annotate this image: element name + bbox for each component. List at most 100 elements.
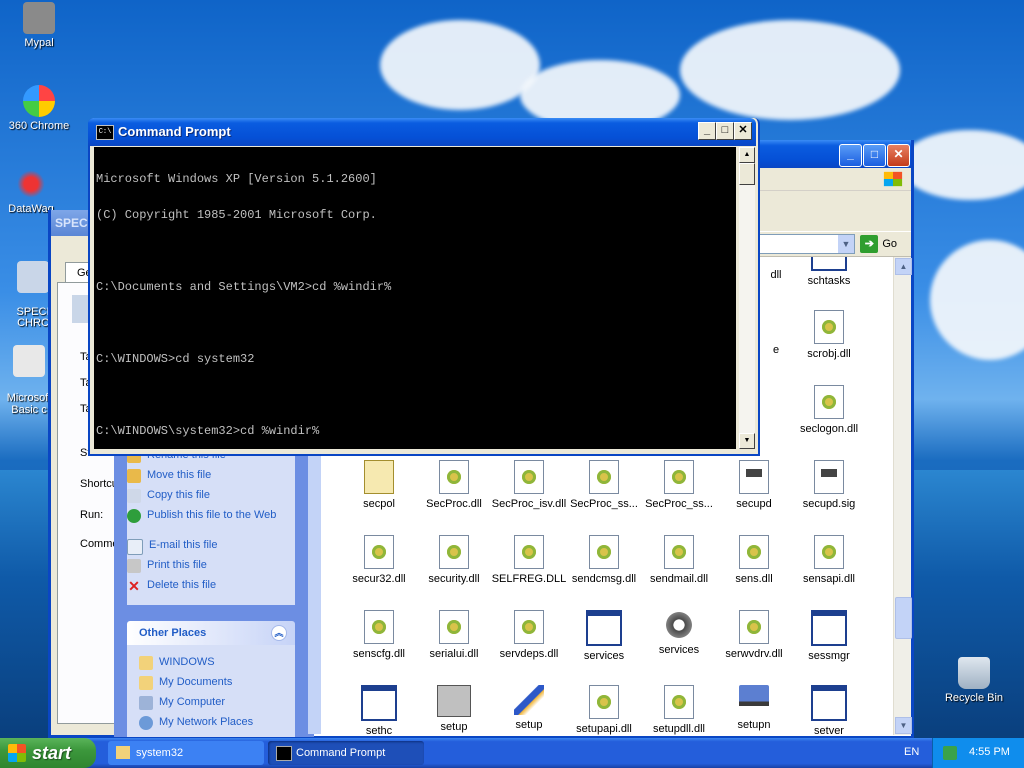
scroll-thumb[interactable]: [739, 163, 755, 185]
cloud: [930, 240, 1024, 360]
file-name: SecProc_isv.dll: [491, 498, 567, 510]
list-item[interactable]: senscfg.dll: [340, 610, 418, 660]
list-item[interactable]: servdeps.dll: [490, 610, 568, 660]
computer-icon: [739, 685, 769, 715]
scroll-down-arrow-icon[interactable]: ▼: [895, 717, 912, 734]
list-item[interactable]: setup: [415, 685, 493, 733]
list-item[interactable]: sendcmsg.dll: [565, 535, 643, 585]
system-tray: 4:55 PM: [932, 738, 1024, 768]
list-item[interactable]: secupd: [715, 460, 793, 510]
list-item[interactable]: setupn: [715, 685, 793, 731]
file-name: servdeps.dll: [499, 648, 559, 660]
file-name: sessmgr: [808, 650, 850, 662]
list-item[interactable]: services: [640, 610, 718, 656]
list-item[interactable]: serialui.dll: [415, 610, 493, 660]
list-item[interactable]: SELFREG.DLL: [490, 535, 568, 585]
chevron-down-icon[interactable]: ▼: [838, 235, 854, 253]
copy-file-link[interactable]: Copy this file: [127, 489, 210, 503]
list-item[interactable]: SecProc_isv.dll: [490, 460, 568, 510]
folder-icon: [116, 746, 130, 759]
cloud: [680, 20, 900, 120]
email-file-link[interactable]: E-mail this file: [127, 539, 217, 555]
dll-icon: [814, 535, 844, 569]
dll-icon: [514, 460, 544, 494]
list-item[interactable]: seclogon.dll: [790, 385, 868, 435]
list-item[interactable]: serwvdrv.dll: [715, 610, 793, 660]
collapse-chevron-icon[interactable]: ︽: [271, 625, 287, 641]
minimize-button[interactable]: _: [698, 122, 716, 140]
move-file-link[interactable]: Move this file: [127, 469, 211, 483]
desktop-icon-360-chrome[interactable]: 360 Chrome: [4, 85, 74, 132]
list-item[interactable]: sens.dll: [715, 535, 793, 585]
scroll-up-arrow-icon[interactable]: ▲: [895, 258, 912, 275]
file-name: sethc: [365, 725, 393, 735]
desktop-icon-mypal[interactable]: Mypal: [4, 2, 74, 49]
pen-icon: [514, 685, 544, 715]
list-item[interactable]: setver: [790, 685, 868, 735]
list-item[interactable]: setupapi.dll: [565, 685, 643, 735]
list-item[interactable]: secur32.dll: [340, 535, 418, 585]
delete-file-link[interactable]: ✕ Delete this file: [127, 579, 216, 593]
dll-icon: [664, 535, 694, 569]
desktop-icon-recycle-bin[interactable]: Recycle Bin: [939, 657, 1009, 704]
file-name: secupd: [736, 498, 772, 510]
dll-icon: [589, 685, 619, 719]
desktop-icon-label: Recycle Bin: [944, 692, 1004, 704]
other-places-header[interactable]: Other Places ︽: [127, 621, 295, 645]
go-button[interactable]: ➔ Go: [860, 235, 897, 253]
file-name: security.dll: [428, 573, 480, 585]
desktop-icon-datawag[interactable]: DataWag: [0, 168, 66, 215]
move-icon: [127, 469, 141, 483]
taskbar-button-command-prompt[interactable]: Command Prompt: [268, 741, 424, 765]
program-icon: [361, 685, 397, 721]
list-item[interactable]: sendmail.dll: [640, 535, 718, 585]
list-item[interactable]: SecProc.dll: [415, 460, 493, 510]
window-title: Command Prompt: [118, 124, 231, 139]
list-item[interactable]: services: [565, 610, 643, 662]
print-file-link[interactable]: Print this file: [127, 559, 207, 573]
language-indicator[interactable]: EN: [904, 746, 919, 758]
vertical-scrollbar[interactable]: ▲ ▼: [893, 257, 912, 735]
list-item[interactable]: SecProc_ss...: [565, 460, 643, 510]
recycle-bin-icon: [958, 657, 990, 689]
list-item[interactable]: secupd.sig: [790, 460, 868, 510]
list-item[interactable]: sessmgr: [790, 610, 868, 662]
command-prompt-titlebar[interactable]: C:\ Command Prompt _ □ ✕: [88, 118, 756, 146]
file-name: secur32.dll: [352, 573, 406, 585]
scroll-up-arrow-icon[interactable]: ▲: [739, 147, 755, 163]
taskbar-button-system32[interactable]: system32: [108, 741, 264, 765]
list-item[interactable]: sensapi.dll: [790, 535, 868, 585]
dll-icon: [589, 460, 619, 494]
close-button[interactable]: ✕: [887, 144, 910, 167]
list-item[interactable]: schtasks: [790, 257, 868, 287]
start-button[interactable]: start: [0, 738, 96, 768]
publish-file-link[interactable]: Publish this file to the Web: [127, 509, 277, 523]
minimize-button[interactable]: _: [839, 144, 862, 167]
list-item[interactable]: security.dll: [415, 535, 493, 585]
clock[interactable]: 4:55 PM: [969, 746, 1010, 758]
task-pane-scrollbar[interactable]: [308, 452, 321, 734]
scroll-down-arrow-icon[interactable]: ▼: [739, 433, 755, 449]
place-my-computer[interactable]: My Computer: [139, 696, 225, 710]
maximize-button[interactable]: □: [863, 144, 886, 167]
command-prompt-window[interactable]: C:\ Command Prompt _ □ ✕ Microsoft Windo…: [88, 118, 760, 456]
list-item[interactable]: sethc: [340, 685, 418, 735]
list-item[interactable]: SecProc_ss...: [640, 460, 718, 510]
list-item[interactable]: secpol: [340, 460, 418, 510]
list-item[interactable]: setup: [490, 685, 568, 731]
network-tray-icon[interactable]: [943, 746, 957, 760]
console-output[interactable]: Microsoft Windows XP [Version 5.1.2600] …: [94, 147, 736, 449]
place-my-network-places[interactable]: My Network Places: [139, 716, 253, 730]
start-label: start: [32, 743, 72, 763]
place-my-documents[interactable]: My Documents: [139, 676, 232, 690]
scroll-thumb[interactable]: [895, 597, 912, 639]
envelope-icon: [127, 539, 143, 555]
place-windows[interactable]: WINDOWS: [139, 656, 215, 670]
file-name: schtasks: [807, 275, 851, 287]
close-button[interactable]: ✕: [734, 122, 752, 140]
cloud: [380, 20, 540, 110]
console-scrollbar[interactable]: ▲ ▼: [739, 147, 755, 449]
maximize-button[interactable]: □: [716, 122, 734, 140]
list-item[interactable]: setupdll.dll: [640, 685, 718, 735]
list-item[interactable]: scrobj.dll: [790, 310, 868, 360]
